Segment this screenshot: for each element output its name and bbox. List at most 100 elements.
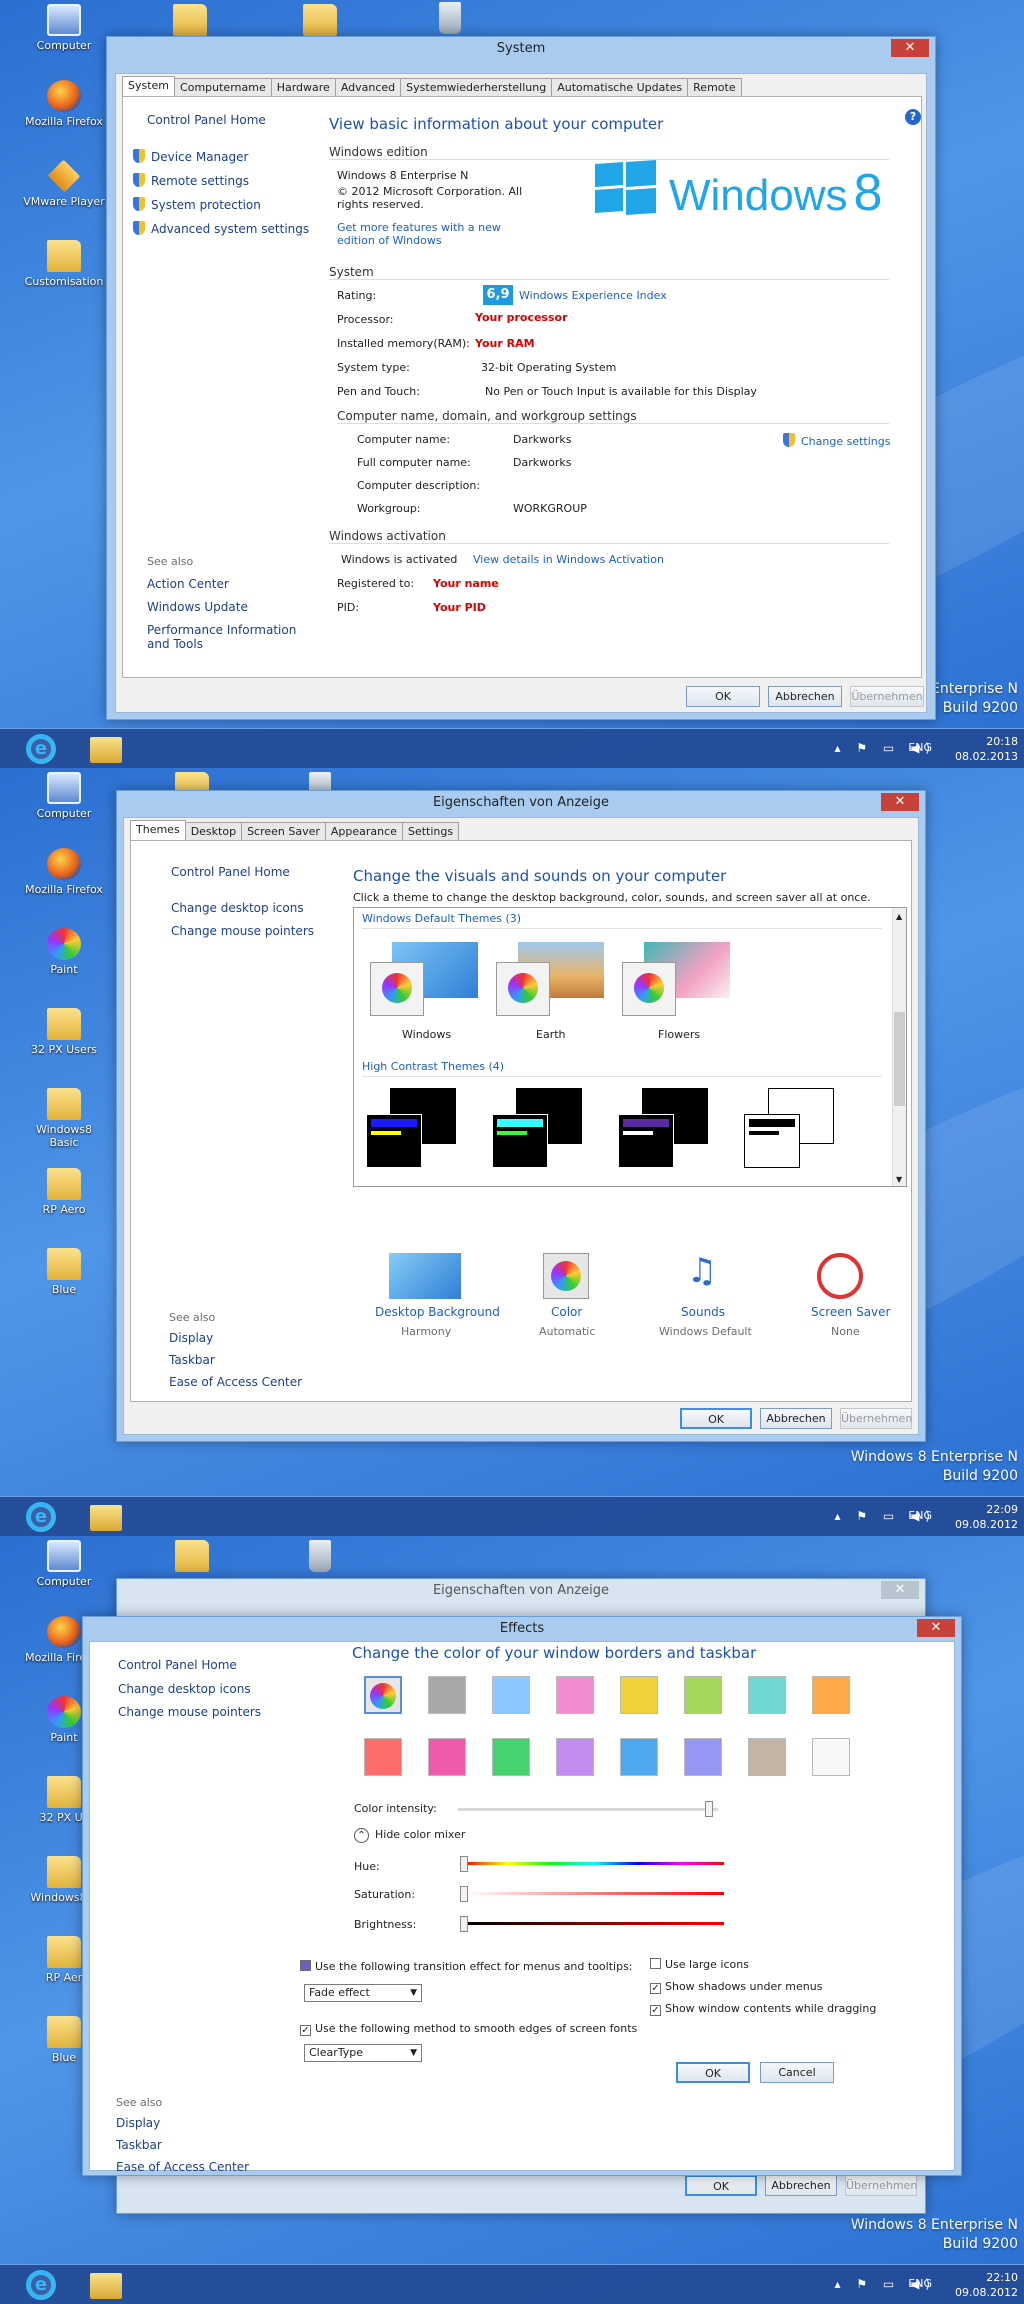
display-link[interactable]: Display <box>169 1331 213 1345</box>
theme-high-contrast-2[interactable] <box>492 1088 588 1168</box>
system-protection-link[interactable]: System protection <box>133 197 261 212</box>
desktop-icon-computer[interactable]: Computer <box>22 1540 106 1588</box>
saturation-slider[interactable] <box>464 1892 724 1895</box>
ease-of-access-link[interactable]: Ease of Access Center <box>169 1375 302 1389</box>
cancel-button[interactable]: Cancel <box>760 2062 834 2083</box>
theme-high-contrast-1[interactable] <box>366 1088 462 1168</box>
close-button[interactable]: ✕ <box>891 39 929 57</box>
tab-hardware[interactable]: Hardware <box>270 78 336 98</box>
apply-button[interactable]: Übernehmen <box>850 686 924 707</box>
hue-thumb[interactable] <box>460 1856 468 1872</box>
change-mouse-pointers-link[interactable]: Change mouse pointers <box>118 1705 261 1719</box>
tab-system[interactable]: System <box>122 76 176 96</box>
sounds-link[interactable]: Sounds <box>681 1305 725 1319</box>
tab-desktop[interactable]: Desktop <box>184 822 243 842</box>
color-swatch[interactable] <box>812 1738 850 1776</box>
color-swatch[interactable] <box>748 1738 786 1776</box>
desktop-icon-photos[interactable] <box>150 1540 234 1575</box>
desktop-icon-recycle-bin[interactable] <box>278 1540 362 1575</box>
color-icon[interactable] <box>543 1253 589 1299</box>
ok-button[interactable]: OK <box>686 686 760 707</box>
language-indicator[interactable]: ENG <box>908 741 932 754</box>
clock[interactable]: 22:09 09.08.2012 <box>955 1502 1018 1532</box>
tab-advanced[interactable]: Advanced <box>334 78 402 98</box>
cancel-button[interactable]: Abbrechen <box>765 2175 837 2196</box>
desktop-icon-recycle-bin[interactable] <box>408 2 492 37</box>
desktop-icon-computer[interactable]: Computer <box>22 772 106 820</box>
file-explorer-icon[interactable] <box>90 2273 122 2299</box>
cancel-button[interactable]: Abbrechen <box>760 1408 832 1429</box>
tab-appearance[interactable]: Appearance <box>324 822 403 842</box>
hue-slider[interactable] <box>464 1862 724 1865</box>
windows-update-link[interactable]: Windows Update <box>147 600 248 614</box>
desktop-icon-paint[interactable]: Paint <box>22 928 106 976</box>
color-swatch[interactable] <box>492 1738 530 1776</box>
color-swatch[interactable] <box>364 1738 402 1776</box>
internet-explorer-icon[interactable]: e <box>26 1502 56 1532</box>
performance-link[interactable]: Performance Information and Tools <box>147 623 317 651</box>
activation-details-link[interactable]: View details in Windows Activation <box>473 553 664 566</box>
desktop-icon-computer[interactable]: Computer <box>22 4 106 52</box>
desktop-icon-photos[interactable] <box>148 4 232 39</box>
change-desktop-icons-link[interactable]: Change desktop icons <box>118 1682 251 1696</box>
theme-high-contrast-black[interactable] <box>618 1088 714 1168</box>
apply-button[interactable]: Übernehmen <box>840 1408 912 1429</box>
taskbar-link[interactable]: Taskbar <box>169 1353 215 1367</box>
theme-high-contrast-white[interactable] <box>744 1088 840 1168</box>
transition-effect-checkbox[interactable]: Use the following transition effect for … <box>300 1960 633 1973</box>
control-panel-home-link[interactable]: Control Panel Home <box>171 865 290 879</box>
desktop-icon-customisation[interactable]: Customisation <box>22 240 106 288</box>
change-mouse-pointers-link[interactable]: Change mouse pointers <box>171 924 314 938</box>
scrollbar[interactable]: ▲ ▼ <box>892 908 906 1186</box>
desktop-icon-rp-aero[interactable]: RP Aero <box>22 1168 106 1216</box>
color-swatch[interactable] <box>492 1676 530 1714</box>
transition-effect-select[interactable]: Fade effect ▼ <box>304 1984 422 2002</box>
color-swatch[interactable] <box>428 1676 466 1714</box>
more-features-link[interactable]: Get more features with a new edition of … <box>337 221 507 247</box>
smooth-fonts-select[interactable]: ClearType ▼ <box>304 2044 422 2062</box>
desktop-icon-firefox[interactable]: Mozilla Firefox <box>22 848 106 896</box>
close-button[interactable]: ✕ <box>917 1619 955 1637</box>
theme-flowers[interactable]: Flowers <box>620 942 730 1041</box>
screen-saver-icon[interactable] <box>817 1253 863 1299</box>
desktop-icon-firefox[interactable]: Mozilla Firefox <box>22 80 106 128</box>
theme-list[interactable]: Windows Default Themes (3) Windows Earth… <box>353 907 907 1187</box>
clock[interactable]: 20:18 08.02.2013 <box>955 734 1018 764</box>
close-button[interactable]: ✕ <box>881 1581 919 1599</box>
device-manager-link[interactable]: Device Manager <box>133 149 248 164</box>
ok-button[interactable]: OK <box>680 1408 752 1429</box>
language-indicator[interactable]: ENG <box>908 1509 932 1522</box>
tab-screen-saver[interactable]: Screen Saver <box>241 822 326 842</box>
taskbar-link[interactable]: Taskbar <box>116 2138 162 2152</box>
apply-button[interactable]: Übernehmen <box>845 2175 917 2196</box>
desktop-icon-pictures[interactable] <box>278 4 362 39</box>
hide-color-mixer-toggle[interactable]: ⌃ Hide color mixer <box>354 1828 465 1843</box>
change-desktop-icons-link[interactable]: Change desktop icons <box>171 901 304 915</box>
color-swatch[interactable] <box>620 1738 658 1776</box>
color-swatch[interactable] <box>812 1676 850 1714</box>
theme-earth[interactable]: Earth <box>494 942 604 1041</box>
file-explorer-icon[interactable] <box>90 737 122 763</box>
internet-explorer-icon[interactable]: e <box>26 734 56 764</box>
desktop-icon-32px-users[interactable]: 32 PX Users <box>22 1008 106 1056</box>
color-swatch[interactable] <box>556 1738 594 1776</box>
color-intensity-thumb[interactable] <box>704 1801 713 1817</box>
change-settings-link[interactable]: Change settings <box>783 433 890 448</box>
color-swatch-automatic[interactable] <box>364 1676 402 1714</box>
color-swatch[interactable] <box>684 1676 722 1714</box>
saturation-thumb[interactable] <box>460 1886 468 1902</box>
tab-themes[interactable]: Themes <box>130 820 186 840</box>
color-swatch[interactable] <box>428 1738 466 1776</box>
ok-button[interactable]: OK <box>676 2062 750 2083</box>
desktop-background-link[interactable]: Desktop Background <box>375 1305 500 1319</box>
drag-contents-checkbox[interactable]: ✓ Show window contents while dragging <box>650 2002 876 2016</box>
action-center-link[interactable]: Action Center <box>147 577 229 591</box>
tab-restore[interactable]: Systemwiederherstellung <box>400 78 553 98</box>
desktop-icon-windows8-basic[interactable]: Windows8 Basic <box>22 1088 106 1149</box>
language-indicator[interactable]: ENG <box>908 2277 932 2290</box>
tab-settings[interactable]: Settings <box>401 822 460 842</box>
wei-link[interactable]: Windows Experience Index <box>519 289 667 302</box>
cancel-button[interactable]: Abbrechen <box>768 686 842 707</box>
color-swatch[interactable] <box>684 1738 722 1776</box>
theme-windows[interactable]: Windows <box>368 942 478 1041</box>
